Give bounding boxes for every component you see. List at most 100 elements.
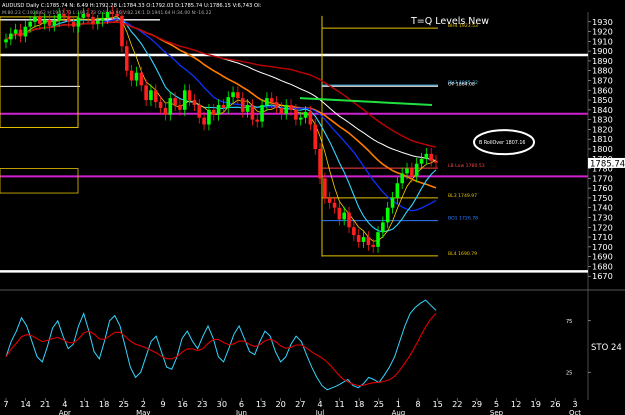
x-tick-label: 18 [99,399,109,409]
sto-tick-label: 75 [566,319,572,325]
candle-body [250,104,255,120]
candle-body [202,117,206,125]
y-tick-label: 1840 [592,105,613,115]
y-tick-label: 1730 [592,213,613,223]
x-tick-label: 25 [374,399,384,409]
x-tick-label: 1 [396,399,401,409]
candle-body [129,70,134,81]
y-tick-label: 1820 [592,124,613,134]
candle-body [405,168,409,174]
y-tick-label: 1750 [592,193,613,203]
candle-body [187,90,192,101]
candle-body [240,98,245,112]
candle-body [47,19,52,26]
candle-body [269,98,274,103]
candle-body [298,117,303,120]
header-symbol: AUDUSD Daily C:1785.74 N: 6.49 H:1792.28… [2,3,262,9]
candle-body [308,111,313,125]
y-tick-label: 1760 [592,183,613,193]
candle-body [42,19,47,24]
candle-body [410,168,414,177]
candle-body [115,13,119,16]
range-box-left [0,16,79,128]
candle-body [361,237,366,242]
x-tick-label: 12 [511,399,521,409]
x-tick-label: 7 [3,399,8,409]
x-tick-label: 26 [550,399,560,409]
price-chart: AUDUSD Daily C:1785.74 N: 6.49 H:1792.28… [0,3,625,415]
x-tick-label: 30 [217,399,227,409]
y-tick-label: 1720 [592,222,613,232]
candle-body [211,109,216,115]
ma-orange [5,21,437,189]
month-label: Apr [59,409,71,415]
candle-body [91,16,95,24]
y-tick-label: 1920 [592,27,613,37]
x-tick-label: 5 [494,399,499,409]
x-tick-label: 21 [40,399,50,409]
candle-body [279,107,284,114]
candle-body [385,207,390,223]
ma-cyan [5,17,437,233]
x-tick-label: 14 [20,399,30,409]
candle-body [337,207,342,220]
candle-body [390,197,395,208]
y-tick-label: 1670 [592,271,613,281]
candle-body [294,109,298,120]
candle-body [274,102,279,108]
ma-red [5,21,437,148]
month-label: May [136,409,150,415]
x-tick-label: 25 [119,399,129,409]
y-tick-label: 1830 [592,115,613,125]
candle-body [303,111,308,118]
x-tick-label: 15 [432,399,442,409]
candle-body [197,104,202,118]
level-label: BL3 1749.97 [448,193,477,199]
candle-body [4,39,8,43]
x-tick-label: 18 [354,399,364,409]
y-tick-label: 1880 [592,66,613,76]
candle-body [153,90,158,103]
candle-body [163,107,168,115]
x-tick-label: 8 [415,399,420,409]
x-tick-label: 27 [295,399,305,409]
candle-body [158,102,163,108]
candle-body [9,33,13,40]
candle-body [255,119,260,122]
candle-body [178,104,182,110]
candle-body [182,90,187,110]
candle-body [134,72,139,81]
candle-body [38,16,42,24]
candle-body [424,153,429,159]
x-tick-label: 22 [452,399,462,409]
candle-body [33,16,37,22]
x-tick-label: 6 [239,399,244,409]
candle-body [13,29,18,34]
candle-body [323,178,327,198]
candle-body [342,212,347,220]
candle-body [221,104,226,108]
ma-blue [5,18,437,212]
x-tick-label: 29 [472,399,482,409]
candle-body [100,17,105,21]
candle-body [231,92,235,98]
candle-body [289,104,293,110]
candle-body [207,109,211,125]
candle-body [110,12,115,14]
candle-body [67,15,71,22]
x-tick-label: 4 [62,399,67,409]
candle-body [395,183,400,198]
candle-body [57,13,61,21]
y-tick-label: 1740 [592,203,613,213]
candle-body [429,153,433,161]
x-tick-label: 9 [160,399,165,409]
last-price-label: 1785.74 [590,159,625,169]
candle-body [28,21,32,27]
y-tick-label: 1900 [592,46,613,56]
candle-body [376,232,380,247]
y-tick-label: 1700 [592,242,613,252]
range-box-left-low [0,168,79,194]
candle-body [23,26,28,37]
candle-body [192,100,197,105]
level-label: BL4 1690.79 [448,251,477,257]
